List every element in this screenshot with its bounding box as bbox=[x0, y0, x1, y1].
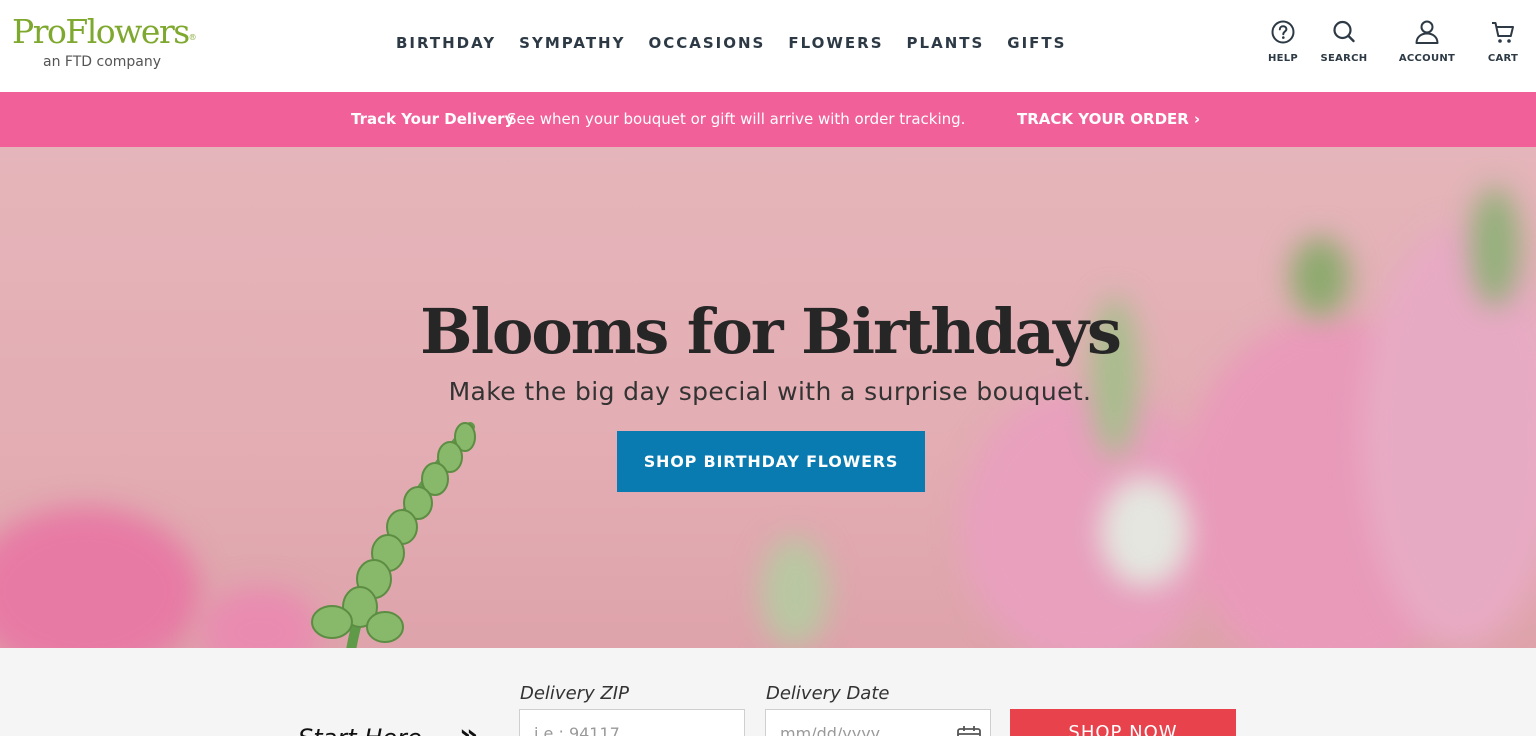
cart-label: CART bbox=[1487, 53, 1519, 64]
calendar-icon[interactable] bbox=[956, 724, 982, 736]
date-input[interactable]: mm/dd/yyyy bbox=[765, 709, 991, 736]
track-order-link[interactable]: TRACK YOUR ORDER › bbox=[1017, 110, 1200, 128]
date-placeholder: mm/dd/yyyy bbox=[780, 724, 881, 736]
user-icon bbox=[1415, 20, 1439, 44]
shop-birthday-flowers-button[interactable]: SHOP BIRTHDAY FLOWERS bbox=[617, 431, 925, 492]
account-link[interactable]: ACCOUNT bbox=[1387, 18, 1467, 64]
zip-placeholder: i.e.: 94117 bbox=[534, 724, 620, 736]
hero-title: Blooms for Birthdays bbox=[420, 295, 1122, 368]
site-header: ProFlowers® an FTD company BIRTHDAY SYMP… bbox=[0, 0, 1536, 92]
search-link[interactable]: SEARCH bbox=[1304, 18, 1384, 64]
zip-label: Delivery ZIP bbox=[520, 683, 629, 704]
hero-banner: Blooms for Birthdays Make the big day sp… bbox=[0, 147, 1536, 648]
start-here-label: Start Here bbox=[298, 724, 422, 736]
promo-text: See when your bouquet or gift will arriv… bbox=[507, 110, 966, 128]
delivery-search-bar: Start Here » Delivery ZIP i.e.: 94117 De… bbox=[0, 648, 1536, 736]
shop-now-button[interactable]: SHOP NOW bbox=[1010, 709, 1236, 736]
start-here-arrow: » bbox=[459, 718, 479, 736]
promo-banner: Track Your Delivery See when your bouque… bbox=[0, 92, 1536, 147]
search-icon bbox=[1333, 20, 1355, 43]
account-label: ACCOUNT bbox=[1398, 53, 1456, 64]
help-icon bbox=[1271, 20, 1295, 44]
promo-title: Track Your Delivery bbox=[351, 110, 515, 128]
cart-icon bbox=[1492, 22, 1514, 43]
snapdragon-bud-graphic bbox=[311, 422, 476, 648]
date-label: Delivery Date bbox=[766, 683, 890, 704]
cart-link[interactable]: CART bbox=[1463, 18, 1536, 64]
search-label: SEARCH bbox=[1320, 53, 1368, 64]
hero-subtitle: Make the big day special with a surprise… bbox=[448, 377, 1092, 406]
zip-input[interactable]: i.e.: 94117 bbox=[519, 709, 745, 736]
utility-nav: HELP SEARCH ACCOUNT CART bbox=[0, 18, 1536, 68]
